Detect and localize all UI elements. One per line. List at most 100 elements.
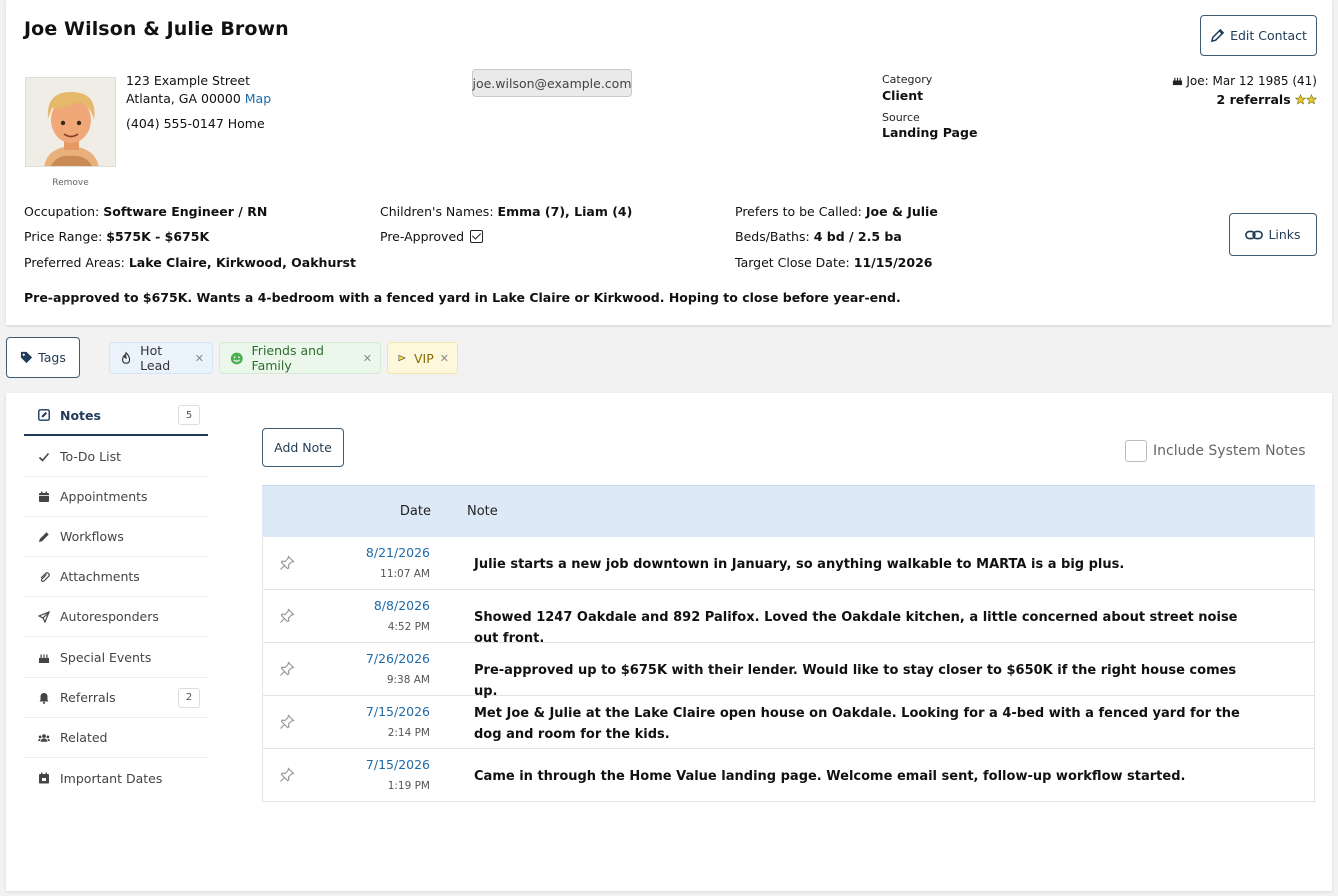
address-city: Atlanta, GA 00000 xyxy=(126,91,241,106)
sidebar-item-label: Special Events xyxy=(60,650,152,665)
include-system-notes[interactable]: Include System Notes xyxy=(1125,440,1306,462)
bell-icon xyxy=(38,692,50,704)
note-time: 9:38 AM xyxy=(386,674,430,686)
occupation-field: Occupation: Software Engineer / RN xyxy=(24,204,267,219)
links-label: Links xyxy=(1268,227,1301,242)
note-text: Met Joe & Julie at the Lake Claire open … xyxy=(474,706,1240,742)
links-button[interactable]: Links xyxy=(1229,213,1317,256)
occupation-label: Occupation: xyxy=(24,204,100,219)
pre-approved-checkbox[interactable] xyxy=(470,230,484,243)
sidebar-item-label: Notes xyxy=(60,407,101,423)
tags-label: Tags xyxy=(38,350,66,365)
sidebar-item-important-dates[interactable]: Important Dates xyxy=(24,758,208,798)
children-field: Children's Names: Emma (7), Liam (4) xyxy=(380,204,632,219)
note-date-link[interactable]: 7/15/2026 xyxy=(366,704,430,719)
close-icon[interactable]: ✕ xyxy=(440,352,449,365)
target-close-label: Target Close Date: xyxy=(735,255,850,270)
tag-hot-lead[interactable]: Hot Lead ✕ xyxy=(109,342,213,374)
preferred-name-label: Prefers to be Called: xyxy=(735,204,862,219)
note-date-link[interactable]: 8/21/2026 xyxy=(366,545,430,560)
remove-avatar-link[interactable]: Remove xyxy=(25,178,116,188)
birthday: Joe: Mar 12 1985 (41) xyxy=(1172,74,1317,88)
note-date-link[interactable]: 7/15/2026 xyxy=(366,757,430,772)
pin-icon[interactable] xyxy=(279,714,295,734)
phone: (404) 555-0147 Home xyxy=(126,116,265,131)
pin-icon[interactable] xyxy=(279,608,295,628)
note-time: 11:07 AM xyxy=(380,568,430,580)
column-header-note[interactable]: Note xyxy=(467,504,498,519)
include-system-notes-checkbox[interactable] xyxy=(1125,440,1147,462)
column-header-date[interactable]: Date xyxy=(400,504,431,519)
cake-icon xyxy=(38,652,50,664)
sidebar-item-label: Workflows xyxy=(60,529,124,544)
pin-icon[interactable] xyxy=(279,767,295,787)
calendar-icon xyxy=(38,491,50,503)
referrals-count-badge: 2 xyxy=(178,687,200,708)
table-header: Date Note xyxy=(262,485,1315,537)
smile-icon xyxy=(230,352,243,364)
flag-icon xyxy=(398,354,406,362)
close-icon[interactable]: ✕ xyxy=(363,352,372,365)
sidebar-item-attachments[interactable]: Attachments xyxy=(24,557,208,597)
tag-icon xyxy=(21,351,33,364)
sidebar-item-referrals[interactable]: Referrals 2 xyxy=(24,678,208,718)
map-link[interactable]: Map xyxy=(245,91,271,106)
email-field[interactable]: joe.wilson@example.com xyxy=(472,69,632,97)
send-icon xyxy=(38,610,50,623)
note-time: 4:52 PM xyxy=(387,621,430,633)
target-close-field: Target Close Date: 11/15/2026 xyxy=(735,255,932,270)
sidebar-item-workflows[interactable]: Workflows xyxy=(24,517,208,557)
close-icon[interactable]: ✕ xyxy=(195,352,204,365)
note-text: Julie starts a new job downtown in Janua… xyxy=(474,557,1125,572)
paperclip-icon xyxy=(38,571,50,583)
sidebar-item-label: Related xyxy=(60,730,108,745)
star-icon xyxy=(1305,94,1318,105)
note-date-link[interactable]: 8/8/2026 xyxy=(374,598,430,613)
table-row[interactable]: 8/21/2026 11:07 AM Julie starts a new jo… xyxy=(262,537,1315,590)
table-row[interactable]: 8/8/2026 4:52 PM Showed 1247 Oakdale and… xyxy=(262,590,1315,646)
sidebar-item-to-do-list[interactable]: To-Do List xyxy=(24,437,208,477)
sidebar-item-related[interactable]: Related xyxy=(24,718,208,758)
contact-summary: Pre-approved to $675K. Wants a 4-bedroom… xyxy=(24,290,901,305)
pin-icon[interactable] xyxy=(279,661,295,681)
children-value: Emma (7), Liam (4) xyxy=(497,204,633,219)
sidebar-item-notes[interactable]: Notes 5 xyxy=(24,396,208,436)
source-value: Landing Page xyxy=(882,125,978,140)
edit-contact-button[interactable]: Edit Contact xyxy=(1200,15,1317,56)
sidebar-item-label: To-Do List xyxy=(60,449,121,464)
pencil-icon xyxy=(1210,28,1225,43)
preferred-name-value: Joe & Julie xyxy=(865,204,938,219)
tags-button[interactable]: Tags xyxy=(6,337,80,378)
table-row[interactable]: 7/26/2026 9:38 AM Pre-approved up to $67… xyxy=(262,643,1315,699)
table-row[interactable]: 7/15/2026 2:14 PM Met Joe & Julie at the… xyxy=(262,696,1315,749)
notes-table: Date Note 8/21/2026 11:07 AM Julie start… xyxy=(262,485,1315,802)
add-note-button[interactable]: Add Note xyxy=(262,428,344,467)
cake-icon xyxy=(1172,77,1182,86)
price-range-field: Price Range: $575K - $675K xyxy=(24,229,209,244)
note-date-link[interactable]: 7/26/2026 xyxy=(366,651,430,666)
address-line1: 123 Example Street xyxy=(126,73,251,88)
sidebar-item-special-events[interactable]: Special Events xyxy=(24,638,208,678)
star-icon xyxy=(1294,94,1307,105)
table-row[interactable]: 7/15/2026 1:19 PM Came in through the Ho… xyxy=(262,749,1315,802)
sidebar-item-appointments[interactable]: Appointments xyxy=(24,477,208,517)
tag-vip[interactable]: VIP ✕ xyxy=(387,342,458,374)
pin-icon[interactable] xyxy=(279,555,295,575)
calendar-star-icon xyxy=(38,772,50,784)
note-time: 2:14 PM xyxy=(387,727,430,739)
target-close-value: 11/15/2026 xyxy=(853,255,933,270)
pencil-icon xyxy=(38,531,50,543)
tag-friends-and-family[interactable]: Friends and Family ✕ xyxy=(219,342,381,374)
include-system-notes-label: Include System Notes xyxy=(1153,443,1306,459)
sidebar-item-label: Referrals xyxy=(60,690,116,705)
users-icon xyxy=(38,732,50,744)
avatar[interactable] xyxy=(25,77,116,167)
price-range-label: Price Range: xyxy=(24,229,103,244)
sidebar-item-autoresponders[interactable]: Autoresponders xyxy=(24,597,208,637)
beds-baths-label: Beds/Baths: xyxy=(735,229,810,244)
birthday-text: Joe: Mar 12 1985 (41) xyxy=(1186,74,1317,88)
tag-label: VIP xyxy=(414,350,434,366)
check-icon xyxy=(38,451,50,463)
category-label: Category xyxy=(882,73,933,86)
beds-baths-field: Beds/Baths: 4 bd / 2.5 ba xyxy=(735,229,902,244)
